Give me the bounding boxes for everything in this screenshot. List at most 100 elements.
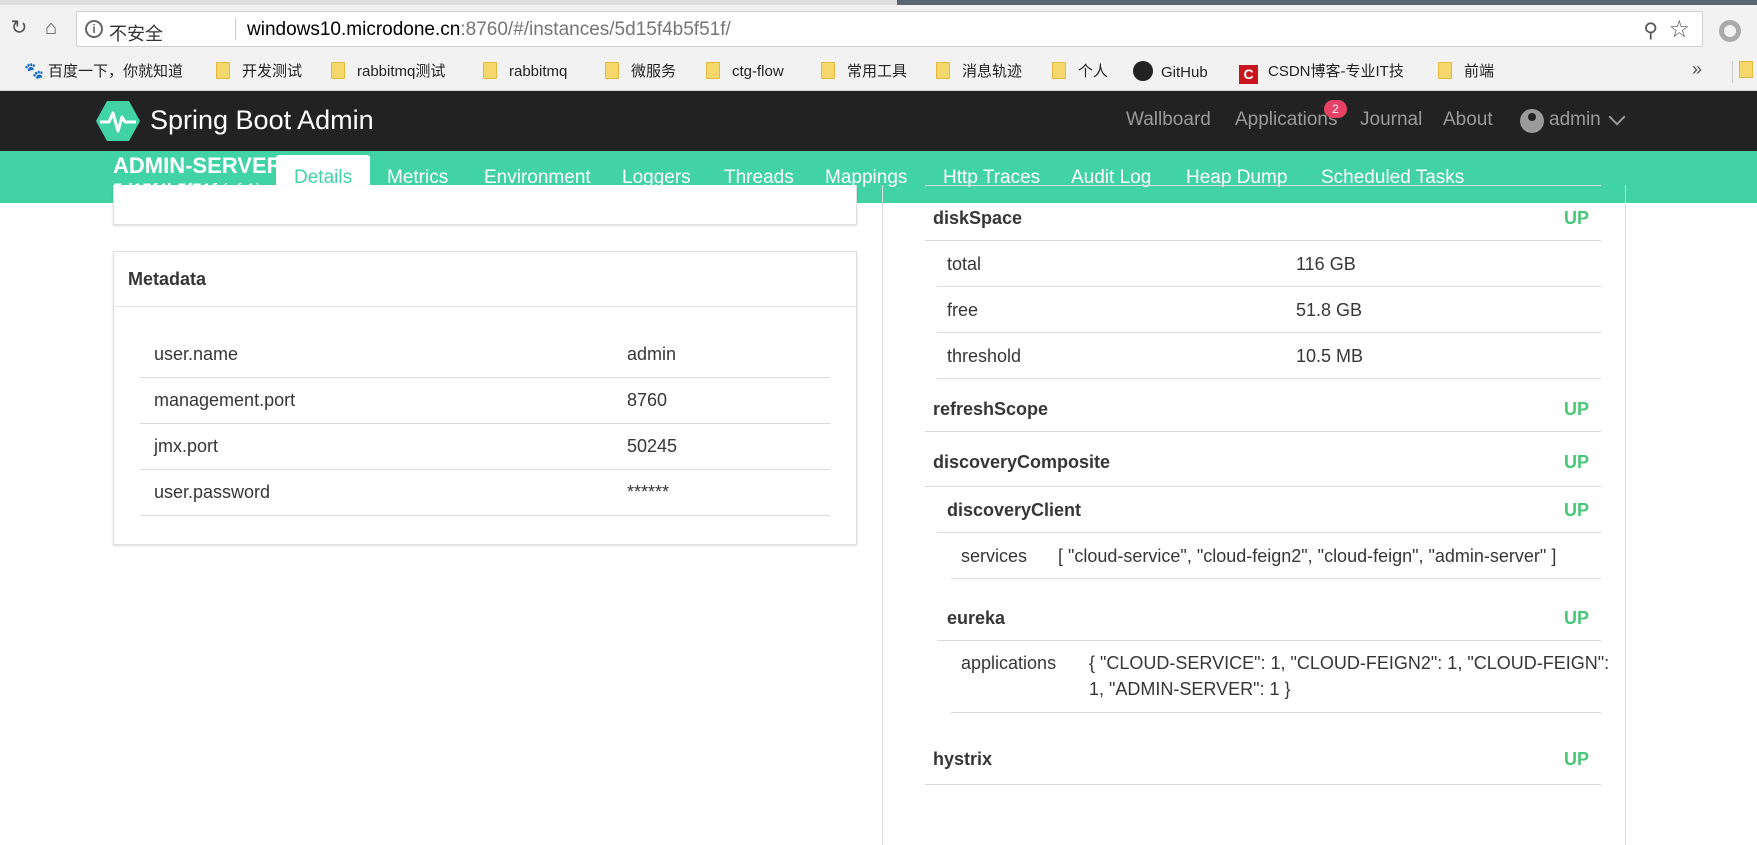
health-component-name: refreshScope: [933, 399, 1049, 419]
bookmark-label: 开发测试: [242, 63, 303, 80]
home-icon[interactable]: ⌂: [40, 17, 62, 39]
detail-value: 116 GB: [1296, 254, 1356, 274]
other-bookmarks[interactable]: [1732, 61, 1753, 83]
status-badge: UP: [1563, 452, 1589, 472]
health-component-discoverycomposite: discoveryComposite UP: [925, 432, 1601, 487]
metadata-key: jmx.port: [154, 436, 219, 456]
health-component-name: diskSpace: [933, 208, 1023, 228]
csdn-icon: C: [1239, 65, 1258, 84]
insecure-label: 不安全: [109, 24, 163, 44]
bookmark-folder-frontend[interactable]: 前端: [1438, 61, 1494, 83]
applications-count-badge: 2: [1324, 100, 1347, 118]
health-component-name: discoveryClient: [947, 500, 1082, 520]
health-component-name: hystrix: [933, 749, 993, 769]
bookmark-baidu[interactable]: 🐾 百度一下，你就知道: [24, 61, 183, 83]
bookmark-label: rabbitmq: [509, 63, 568, 80]
bookmark-folder-personal[interactable]: 个人: [1052, 61, 1108, 83]
health-detail-row: threshold 10.5 MB: [937, 333, 1601, 379]
detail-value: { "CLOUD-SERVICE": 1, "CLOUD-FEIGN2": 1,…: [1089, 653, 1610, 673]
chevron-down-icon[interactable]: [1608, 108, 1626, 126]
health-component-name: discoveryComposite: [933, 452, 1111, 472]
bookmark-label: 微服务: [631, 63, 677, 80]
application-name: ADMIN-SERVER: [113, 153, 283, 178]
health-component-eureka: eureka UP: [937, 579, 1601, 641]
metadata-key: user.password: [154, 482, 271, 502]
spring-boot-admin-logo-icon[interactable]: [95, 99, 141, 143]
bookmark-label: 百度一下，你就知道: [48, 63, 184, 80]
detail-value: [ "cloud-service", "cloud-feign2", "clou…: [1058, 546, 1557, 566]
bookmark-star-icon[interactable]: ☆: [1668, 15, 1690, 44]
url-path: :8760/#/instances/5d15f4b5f51f/: [460, 19, 731, 40]
health-card: diskSpace UP total 116 GB free 51.8 GB t…: [882, 185, 1626, 845]
user-avatar-icon[interactable]: [1520, 109, 1544, 133]
metadata-card-title: Metadata: [114, 252, 856, 307]
metadata-key: user.name: [154, 344, 239, 364]
folder-icon: [706, 62, 720, 79]
status-badge: UP: [1563, 500, 1589, 520]
detail-key: threshold: [947, 346, 1022, 366]
omnibox-divider: [235, 18, 236, 40]
nav-link-applications[interactable]: Applications: [1235, 109, 1337, 131]
detail-key: total: [947, 254, 982, 274]
bookmark-label: CSDN博客-专业IT技: [1268, 63, 1404, 80]
bookmark-folder-ctg-flow[interactable]: ctg-flow: [706, 61, 784, 83]
brand-title[interactable]: Spring Boot Admin: [150, 105, 374, 136]
health-detail-row: free 51.8 GB: [937, 287, 1601, 333]
detail-key: applications: [961, 653, 1057, 673]
github-icon: [1133, 61, 1153, 81]
bookmark-csdn[interactable]: C CSDN博客-专业IT技: [1239, 61, 1404, 84]
status-badge: UP: [1563, 749, 1589, 769]
bookmark-label: 常用工具: [847, 63, 908, 80]
folder-icon: [483, 62, 497, 79]
folder-icon: [821, 62, 835, 79]
bookmark-folder-microservice[interactable]: 微服务: [605, 61, 676, 83]
nav-link-journal[interactable]: Journal: [1360, 109, 1422, 131]
metadata-value: 50245: [627, 436, 678, 456]
bookmarks-overflow-button[interactable]: »: [1692, 59, 1702, 80]
detail-value: 51.8 GB: [1296, 300, 1363, 320]
zoom-icon[interactable]: ⚲: [1643, 18, 1658, 43]
metadata-key: management.port: [154, 390, 296, 410]
url-host: windows10.microdone.cn: [247, 19, 461, 40]
metadata-value: ******: [627, 482, 670, 502]
health-component-discoveryclient: discoveryClient UP: [937, 487, 1601, 533]
bookmark-folder-dev-test[interactable]: 开发测试: [216, 61, 302, 83]
table-row: user.name admin: [140, 332, 830, 378]
detail-key: free: [947, 300, 979, 320]
bookmark-github[interactable]: GitHub: [1133, 61, 1208, 83]
address-bar-row: ↻ ⌂ i 不安全 windows10.microdone.cn:8760/#/…: [0, 5, 1757, 53]
metadata-value: 8760: [627, 390, 668, 410]
nav-link-wallboard[interactable]: Wallboard: [1126, 109, 1211, 131]
bookmark-folder-message-trace[interactable]: 消息轨迹: [936, 61, 1022, 83]
health-component-refreshscope: refreshScope UP: [925, 379, 1601, 432]
health-detail-row: total 116 GB: [937, 241, 1601, 287]
bookmark-label: GitHub: [1161, 64, 1208, 81]
user-menu-label[interactable]: admin: [1549, 109, 1601, 131]
health-detail-row: services [ "cloud-service", "cloud-feign…: [951, 533, 1601, 579]
health-row-divider: [925, 185, 1601, 186]
status-badge: UP: [1563, 399, 1589, 419]
bookmark-folder-rabbitmq-test[interactable]: rabbitmq测试: [331, 61, 445, 83]
folder-icon: [936, 62, 950, 79]
bookmark-label: 消息轨迹: [962, 63, 1023, 80]
table-row: management.port 8760: [140, 378, 830, 424]
folder-icon: [1438, 62, 1452, 79]
bookmark-label: 前端: [1464, 63, 1495, 80]
folder-icon: [216, 62, 230, 79]
metadata-value: admin: [627, 344, 677, 364]
omnibox[interactable]: i 不安全 windows10.microdone.cn:8760/#/inst…: [76, 11, 1703, 47]
detail-value: 10.5 MB: [1296, 346, 1364, 366]
health-detail-row: applications { "CLOUD-SERVICE": 1, "CLOU…: [951, 641, 1609, 713]
url-text[interactable]: windows10.microdone.cn:8760/#/instances/…: [247, 19, 731, 41]
detail-key: services: [961, 546, 1028, 566]
folder-icon: [1739, 61, 1753, 78]
bookmark-folder-rabbitmq[interactable]: rabbitmq: [483, 61, 567, 83]
extension-icon[interactable]: [1719, 20, 1741, 42]
metadata-card: Metadata user.name admin management.port 8…: [113, 251, 857, 545]
nav-link-about[interactable]: About: [1443, 109, 1493, 131]
bookmark-label: rabbitmq测试: [357, 63, 446, 80]
bookmark-folder-tools[interactable]: 常用工具: [821, 61, 907, 83]
reload-icon[interactable]: ↻: [8, 17, 30, 39]
bookmark-label: ctg-flow: [732, 63, 784, 80]
info-icon[interactable]: i: [85, 20, 103, 38]
